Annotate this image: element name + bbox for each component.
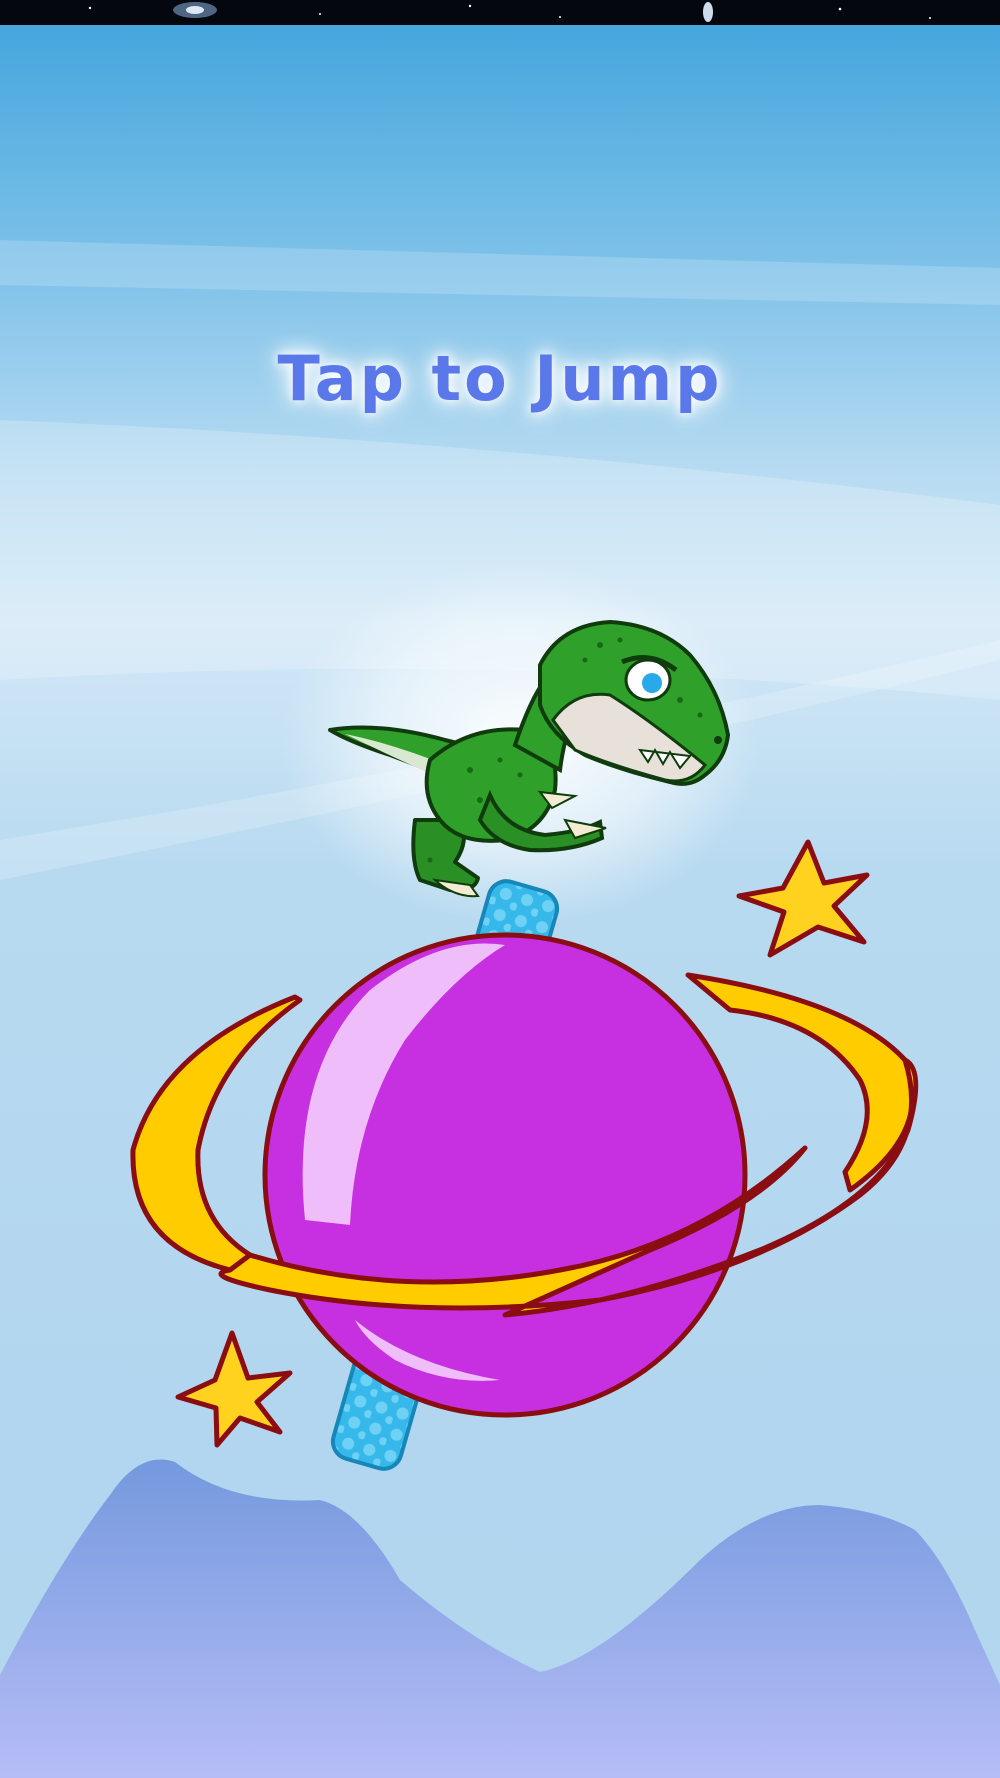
tap-area[interactable]	[0, 25, 1000, 1778]
game-screen: Tap to Jump	[0, 0, 1000, 1778]
